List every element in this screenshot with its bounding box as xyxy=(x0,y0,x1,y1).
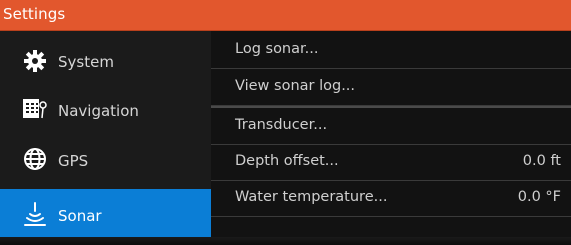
globe-icon xyxy=(24,148,46,170)
group-divider xyxy=(211,106,571,108)
menu-item-water-temperature[interactable]: Water temperature... 0.0 °F xyxy=(211,181,571,217)
sidebar-item-label: Sonar xyxy=(58,207,102,225)
menu-item-label: Water temperature... xyxy=(235,189,388,205)
menu-item-label: Transducer... xyxy=(235,117,328,133)
sidebar-item-sonar[interactable]: Sonar xyxy=(0,189,218,241)
sidebar-item-system[interactable]: System xyxy=(0,35,211,87)
menu-item-depth-offset[interactable]: Depth offset... 0.0 ft xyxy=(211,145,571,181)
menu-item-label: View sonar log... xyxy=(235,78,356,94)
sidebar-item-label: GPS xyxy=(58,152,89,170)
menu-item-transducer[interactable]: Transducer... xyxy=(211,109,571,145)
sidebar-item-gps[interactable]: GPS xyxy=(0,135,211,187)
gear-icon xyxy=(24,50,46,72)
settings-sidebar: System Navigation GPS Sonar xyxy=(0,31,218,245)
menu-item-label: Depth offset... xyxy=(235,153,339,169)
bottom-edge xyxy=(0,237,571,245)
water-temperature-value: 0.0 °F xyxy=(517,189,561,205)
sonar-icon xyxy=(24,202,46,226)
settings-window: Settings System Navigation GPS Sonar Log… xyxy=(0,0,571,245)
menu-item-log-sonar[interactable]: Log sonar... xyxy=(211,33,571,69)
menu-item-label: Log sonar... xyxy=(235,41,319,57)
sonar-settings-menu: Log sonar... View sonar log... Transduce… xyxy=(211,31,571,245)
window-title: Settings xyxy=(3,5,66,23)
menu-item-view-sonar-log[interactable]: View sonar log... xyxy=(211,70,571,106)
sidebar-item-navigation[interactable]: Navigation xyxy=(0,85,211,137)
navigation-icon xyxy=(23,99,47,119)
title-bar: Settings xyxy=(0,0,571,31)
sidebar-item-label: Navigation xyxy=(58,102,139,120)
depth-offset-value: 0.0 ft xyxy=(522,153,561,169)
sidebar-item-label: System xyxy=(58,53,114,71)
